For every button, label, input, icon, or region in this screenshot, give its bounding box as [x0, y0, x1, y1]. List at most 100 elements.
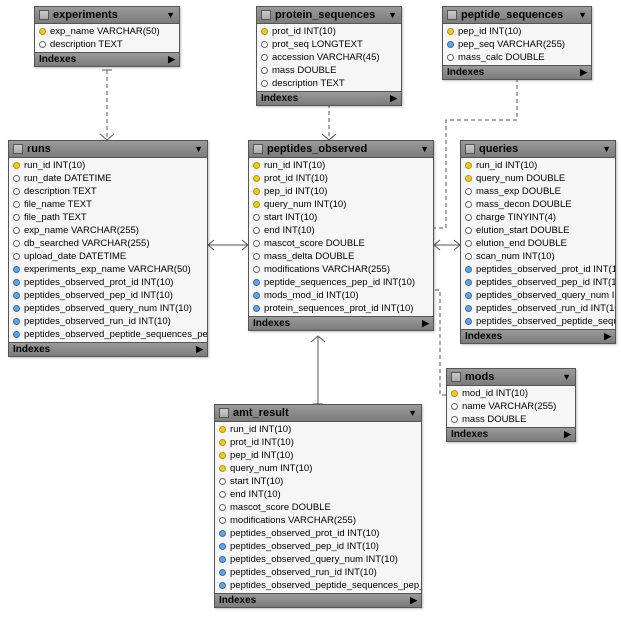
column-row[interactable]: peptides_observed_run_id INT(10) — [9, 315, 207, 328]
indexes-footer[interactable]: Indexes▶ — [461, 329, 615, 343]
column-row[interactable]: description TEXT — [35, 38, 179, 51]
indexes-footer[interactable]: Indexes▶ — [443, 65, 591, 79]
column-row[interactable]: upload_date DATETIME — [9, 250, 207, 263]
column-row[interactable]: peptides_observed_query_num INT(10) — [461, 289, 615, 302]
column-row[interactable]: accession VARCHAR(45) — [257, 51, 401, 64]
column-row[interactable]: run_date DATETIME — [9, 172, 207, 185]
indexes-footer[interactable]: Indexes▶ — [35, 52, 179, 66]
column-row[interactable]: mass_calc DOUBLE — [443, 51, 591, 64]
table-queries[interactable]: queries▼run_id INT(10)query_num DOUBLEma… — [460, 140, 616, 344]
column-row[interactable]: peptides_observed_run_id INT(10) — [215, 566, 421, 579]
table-header[interactable]: amt_result▼ — [215, 405, 421, 422]
column-row[interactable]: mass DOUBLE — [257, 64, 401, 77]
expand-arrow-icon[interactable]: ▶ — [410, 595, 417, 606]
column-row[interactable]: pep_id INT(10) — [443, 25, 591, 38]
table-header[interactable]: runs▼ — [9, 141, 207, 158]
column-row[interactable]: query_num INT(10) — [215, 462, 421, 475]
expand-arrow-icon[interactable]: ▶ — [390, 93, 397, 104]
table-header[interactable]: peptide_sequences▼ — [443, 7, 591, 24]
column-row[interactable]: peptides_observed_prot_id INT(10) — [215, 527, 421, 540]
column-row[interactable]: mass_exp DOUBLE — [461, 185, 615, 198]
expand-arrow-icon[interactable]: ▶ — [168, 54, 175, 65]
table-header[interactable]: protein_sequences▼ — [257, 7, 401, 24]
indexes-footer[interactable]: Indexes▶ — [215, 593, 421, 607]
indexes-footer[interactable]: Indexes▶ — [447, 427, 575, 441]
column-row[interactable]: modifications VARCHAR(255) — [215, 514, 421, 527]
table-amt_result[interactable]: amt_result▼run_id INT(10)prot_id INT(10)… — [214, 404, 422, 608]
collapse-arrow-icon[interactable]: ▼ — [408, 408, 417, 418]
column-row[interactable]: end INT(10) — [249, 224, 433, 237]
column-row[interactable]: mass DOUBLE — [447, 413, 575, 426]
expand-arrow-icon[interactable]: ▶ — [564, 429, 571, 440]
indexes-footer[interactable]: Indexes▶ — [257, 91, 401, 105]
column-row[interactable]: peptides_observed_query_num INT(10) — [215, 553, 421, 566]
column-row[interactable]: peptides_observed_pep_id INT(10) — [215, 540, 421, 553]
expand-arrow-icon[interactable]: ▶ — [422, 318, 429, 329]
column-row[interactable]: run_id INT(10) — [215, 423, 421, 436]
column-row[interactable]: prot_seq LONGTEXT — [257, 38, 401, 51]
table-runs[interactable]: runs▼run_id INT(10)run_date DATETIMEdesc… — [8, 140, 208, 357]
table-peptide_sequences[interactable]: peptide_sequences▼pep_id INT(10)pep_seq … — [442, 6, 592, 80]
expand-arrow-icon[interactable]: ▶ — [604, 331, 611, 342]
collapse-arrow-icon[interactable]: ▼ — [194, 144, 203, 154]
column-row[interactable]: mass_decon DOUBLE — [461, 198, 615, 211]
column-row[interactable]: file_path TEXT — [9, 211, 207, 224]
column-row[interactable]: prot_id INT(10) — [249, 172, 433, 185]
column-row[interactable]: run_id INT(10) — [461, 159, 615, 172]
column-row[interactable]: protein_sequences_prot_id INT(10) — [249, 302, 433, 315]
table-header[interactable]: mods▼ — [447, 369, 575, 386]
column-row[interactable]: run_id INT(10) — [249, 159, 433, 172]
column-row[interactable]: peptides_observed_prot_id INT(10) — [9, 276, 207, 289]
table-peptides_observed[interactable]: peptides_observed▼run_id INT(10)prot_id … — [248, 140, 434, 331]
column-row[interactable]: exp_name VARCHAR(255) — [9, 224, 207, 237]
column-row[interactable]: modifications VARCHAR(255) — [249, 263, 433, 276]
column-row[interactable]: file_name TEXT — [9, 198, 207, 211]
column-row[interactable]: mod_id INT(10) — [447, 387, 575, 400]
table-experiments[interactable]: experiments▼exp_name VARCHAR(50)descript… — [34, 6, 180, 67]
column-row[interactable]: charge TINYINT(4) — [461, 211, 615, 224]
collapse-arrow-icon[interactable]: ▼ — [388, 10, 397, 20]
collapse-arrow-icon[interactable]: ▼ — [578, 10, 587, 20]
column-row[interactable]: prot_id INT(10) — [257, 25, 401, 38]
column-row[interactable]: peptides_observed_peptide_sequences_pep_… — [215, 579, 421, 592]
column-row[interactable]: query_num INT(10) — [249, 198, 433, 211]
expand-arrow-icon[interactable]: ▶ — [196, 344, 203, 355]
collapse-arrow-icon[interactable]: ▼ — [166, 10, 175, 20]
column-row[interactable]: mascot_score DOUBLE — [215, 501, 421, 514]
column-row[interactable]: run_id INT(10) — [9, 159, 207, 172]
column-row[interactable]: peptides_observed_prot_id INT(10) — [461, 263, 615, 276]
column-row[interactable]: prot_id INT(10) — [215, 436, 421, 449]
column-row[interactable]: description TEXT — [257, 77, 401, 90]
column-row[interactable]: peptides_observed_pep_id INT(10) — [461, 276, 615, 289]
collapse-arrow-icon[interactable]: ▼ — [602, 144, 611, 154]
expand-arrow-icon[interactable]: ▶ — [580, 67, 587, 78]
column-row[interactable]: start INT(10) — [215, 475, 421, 488]
column-row[interactable]: mass_delta DOUBLE — [249, 250, 433, 263]
table-header[interactable]: queries▼ — [461, 141, 615, 158]
column-row[interactable]: query_num DOUBLE — [461, 172, 615, 185]
column-row[interactable]: exp_name VARCHAR(50) — [35, 25, 179, 38]
column-row[interactable]: peptides_observed_run_id INT(10) — [461, 302, 615, 315]
column-row[interactable]: peptides_observed_pep_id INT(10) — [9, 289, 207, 302]
column-row[interactable]: mascot_score DOUBLE — [249, 237, 433, 250]
column-row[interactable]: scan_num INT(10) — [461, 250, 615, 263]
table-header[interactable]: peptides_observed▼ — [249, 141, 433, 158]
column-row[interactable]: db_searched VARCHAR(255) — [9, 237, 207, 250]
column-row[interactable]: pep_id INT(10) — [249, 185, 433, 198]
indexes-footer[interactable]: Indexes▶ — [249, 316, 433, 330]
collapse-arrow-icon[interactable]: ▼ — [420, 144, 429, 154]
table-mods[interactable]: mods▼mod_id INT(10)name VARCHAR(255)mass… — [446, 368, 576, 442]
column-row[interactable]: experiments_exp_name VARCHAR(50) — [9, 263, 207, 276]
table-protein_sequences[interactable]: protein_sequences▼prot_id INT(10)prot_se… — [256, 6, 402, 106]
column-row[interactable]: peptides_observed_peptide_sequences_pep_… — [9, 328, 207, 341]
column-row[interactable]: pep_id INT(10) — [215, 449, 421, 462]
column-row[interactable]: elution_end DOUBLE — [461, 237, 615, 250]
column-row[interactable]: peptides_observed_query_num INT(10) — [9, 302, 207, 315]
column-row[interactable]: description TEXT — [9, 185, 207, 198]
column-row[interactable]: pep_seq VARCHAR(255) — [443, 38, 591, 51]
column-row[interactable]: name VARCHAR(255) — [447, 400, 575, 413]
column-row[interactable]: elution_start DOUBLE — [461, 224, 615, 237]
column-row[interactable]: peptides_observed_peptide_sequences... — [461, 315, 615, 328]
column-row[interactable]: end INT(10) — [215, 488, 421, 501]
column-row[interactable]: mods_mod_id INT(10) — [249, 289, 433, 302]
